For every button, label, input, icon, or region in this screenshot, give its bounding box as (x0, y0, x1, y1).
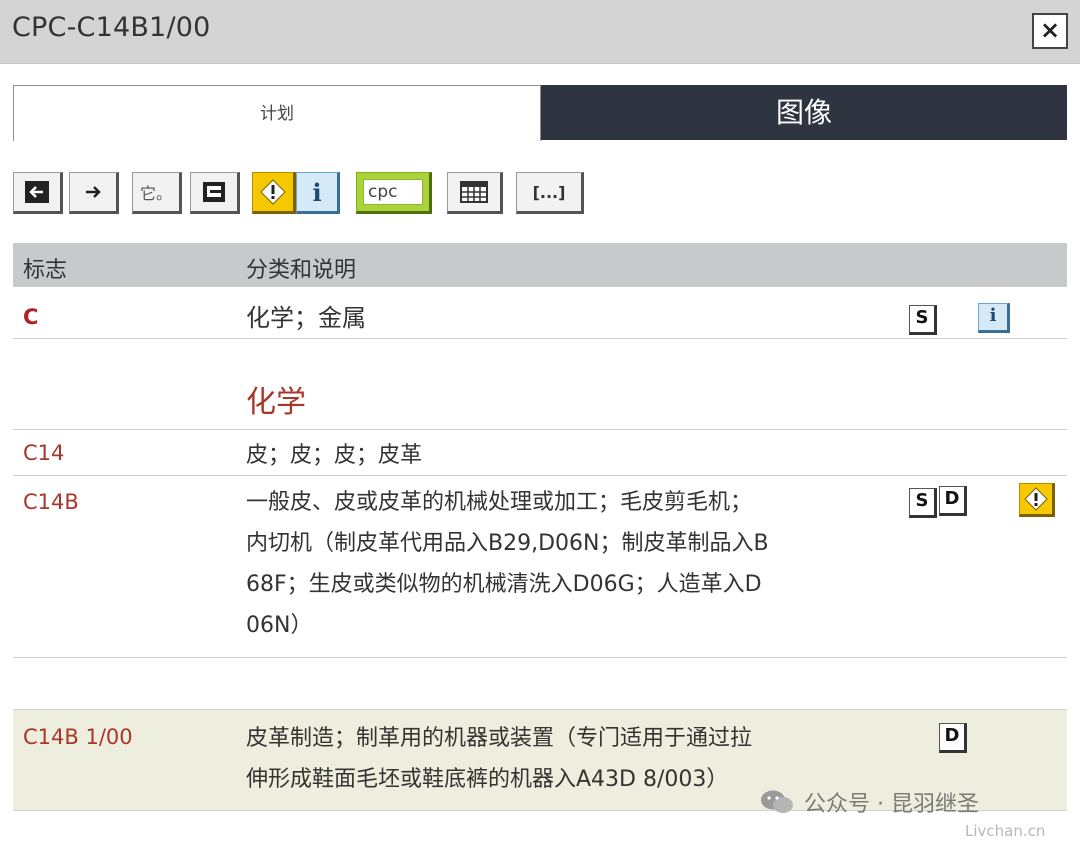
text-toggle-label: 它。 (139, 184, 172, 203)
row-desc-c14b: 一般皮、皮或皮革的机械处理或加工；毛皮剪毛机； 内切机（制皮革代用品入B29,D… (246, 482, 769, 646)
row-separator (13, 338, 1067, 339)
row-code-c[interactable]: C (23, 305, 38, 329)
table-header: 标志 分类和说明 (13, 243, 1067, 287)
s-icon[interactable]: S (909, 488, 937, 518)
back-button[interactable] (13, 172, 63, 214)
warning-icon (260, 179, 286, 205)
table-grid-icon (460, 181, 488, 203)
ellipsis-label: [...] (532, 182, 566, 202)
warning-button[interactable] (252, 172, 296, 214)
desc-line: 一般皮、皮或皮革的机械处理或加工；毛皮剪毛机； (246, 490, 753, 515)
warning-icon[interactable] (1019, 483, 1055, 517)
desc-line: 06N） (246, 613, 313, 638)
ellipsis-button[interactable]: [...] (516, 172, 584, 214)
row-code-c14b-1-00[interactable]: C14B 1/00 (23, 725, 133, 749)
tab-plan[interactable]: 计划 (13, 85, 541, 141)
row-desc-c14: 皮；皮；皮；皮革 (246, 443, 423, 468)
outline-button[interactable] (190, 172, 240, 214)
header-symbol: 标志 (23, 258, 68, 283)
wechat-icon (761, 790, 793, 813)
cpc-label: cpc (363, 179, 423, 205)
title-bar: CPC-C14B1/00 × (0, 0, 1080, 64)
arrow-right-icon (86, 186, 101, 198)
row-separator (13, 429, 1067, 430)
row-separator (13, 657, 1067, 658)
window-title: CPC-C14B1/00 (12, 12, 211, 43)
header-description: 分类和说明 (246, 258, 357, 283)
desc-line: 内切机（制皮革代用品入B29,D06N；制皮革制品入B (246, 531, 769, 556)
row-code-c14[interactable]: C14 (23, 441, 64, 465)
desc-line: 68F；生皮或类似物的机械清洗入D06G；人造革入D (246, 572, 762, 597)
info-button[interactable]: i (296, 172, 340, 214)
watermark: 公众号 · 昆羽继圣 (760, 786, 979, 818)
forward-button[interactable] (69, 172, 119, 214)
d-icon[interactable]: D (939, 723, 967, 753)
outline-icon (203, 182, 225, 202)
table-view-button[interactable] (447, 172, 503, 214)
watermark-site: Livchan.cn (965, 822, 1046, 840)
close-button[interactable]: × (1032, 13, 1068, 49)
row-code-c14b[interactable]: C14B (23, 490, 79, 514)
s-icon[interactable]: S (909, 305, 937, 335)
info-icon[interactable]: i (978, 303, 1010, 333)
tab-image[interactable]: 图像 (541, 85, 1067, 140)
row-desc-c14b-1-00: 皮革制造；制革用的机器或装置（专门适用于通过拉 伸形成鞋面毛坯或鞋底裤的机器入A… (246, 718, 752, 800)
text-toggle-button[interactable]: 它。 (132, 172, 182, 214)
section-title: 化学 (246, 385, 306, 420)
desc-line: 皮革制造；制革用的机器或装置（专门适用于通过拉 (246, 726, 753, 751)
cpc-button[interactable]: cpc (356, 172, 432, 214)
warning-glyph-icon (1024, 487, 1048, 511)
desc-line: 伸形成鞋面毛坯或鞋底裤的机器入A43D 8/003） (246, 767, 729, 792)
watermark-text: 公众号 · 昆羽继圣 (804, 792, 979, 817)
row-separator (13, 475, 1067, 476)
arrow-left-box-icon (25, 181, 49, 203)
row-desc-c: 化学；金属 (246, 304, 366, 332)
info-icon: i (312, 177, 322, 207)
tab-bar: 计划 图像 (13, 85, 1067, 141)
d-icon[interactable]: D (939, 486, 967, 516)
